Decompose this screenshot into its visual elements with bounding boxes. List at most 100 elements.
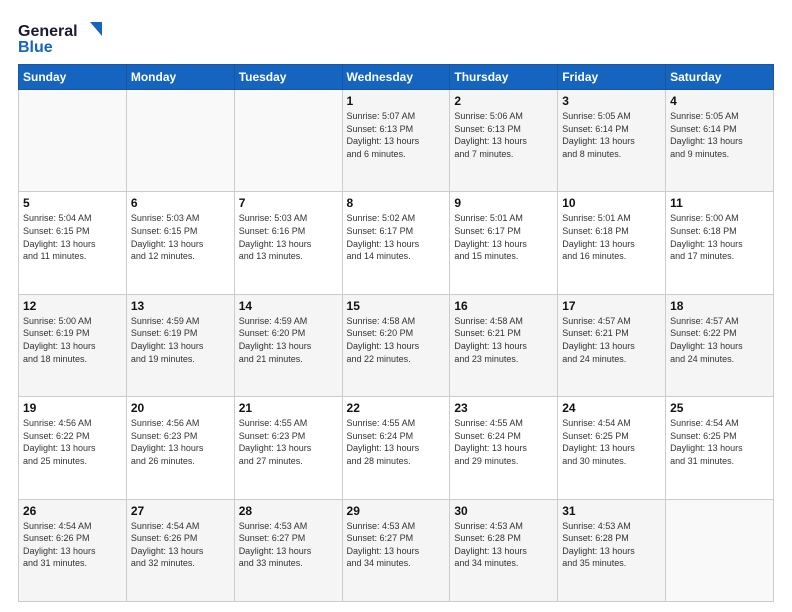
day-number: 4 xyxy=(670,94,769,108)
day-number: 17 xyxy=(562,299,661,313)
calendar-cell: 26Sunrise: 4:54 AMSunset: 6:26 PMDayligh… xyxy=(19,499,127,601)
calendar-cell: 1 Sunrise: 5:07 AMSunset: 6:13 PMDaylight… xyxy=(342,90,450,192)
day-number: 16 xyxy=(454,299,553,313)
day-number: 18 xyxy=(670,299,769,313)
day-number: 22 xyxy=(347,401,446,415)
day-info: Sunrise: 4:53 AMSunset: 6:28 PMDaylight:… xyxy=(454,520,553,570)
calendar-week-2: 5 Sunrise: 5:04 AMSunset: 6:15 PMDaylight… xyxy=(19,192,774,294)
calendar-cell: 12 Sunrise: 5:00 AMSunset: 6:19 PMDayligh… xyxy=(19,294,127,396)
day-info: Sunrise: 5:03 AMSunset: 6:15 PMDaylight:… xyxy=(131,212,230,262)
day-info: Sunrise: 5:00 AMSunset: 6:18 PMDaylight:… xyxy=(670,212,769,262)
day-info: Sunrise: 4:55 AMSunset: 6:24 PMDaylight:… xyxy=(347,417,446,467)
day-info: Sunrise: 5:05 AMSunset: 6:14 PMDaylight:… xyxy=(562,110,661,160)
weekday-header-monday: Monday xyxy=(126,65,234,90)
calendar-cell: 24 Sunrise: 4:54 AMSunset: 6:25 PMDayligh… xyxy=(558,397,666,499)
calendar-cell: 25 Sunrise: 4:54 AMSunset: 6:25 PMDayligh… xyxy=(666,397,774,499)
calendar-week-4: 19 Sunrise: 4:56 AMSunset: 6:22 PMDayligh… xyxy=(19,397,774,499)
weekday-header-wednesday: Wednesday xyxy=(342,65,450,90)
day-info: Sunrise: 5:05 AMSunset: 6:14 PMDaylight:… xyxy=(670,110,769,160)
day-number: 9 xyxy=(454,196,553,210)
day-number: 14 xyxy=(239,299,338,313)
calendar-cell: 13 Sunrise: 4:59 AMSunset: 6:19 PMDayligh… xyxy=(126,294,234,396)
calendar-cell: 21Sunrise: 4:55 AMSunset: 6:23 PMDayligh… xyxy=(234,397,342,499)
calendar-cell: 20 Sunrise: 4:56 AMSunset: 6:23 PMDayligh… xyxy=(126,397,234,499)
day-number: 19 xyxy=(23,401,122,415)
day-info: Sunrise: 4:54 AMSunset: 6:25 PMDaylight:… xyxy=(562,417,661,467)
day-number: 24 xyxy=(562,401,661,415)
day-info: Sunrise: 5:01 AMSunset: 6:18 PMDaylight:… xyxy=(562,212,661,262)
svg-text:Blue: Blue xyxy=(18,39,53,56)
day-number: 1 xyxy=(347,94,446,108)
day-info: Sunrise: 4:56 AMSunset: 6:22 PMDaylight:… xyxy=(23,417,122,467)
calendar-cell: 17 Sunrise: 4:57 AMSunset: 6:21 PMDayligh… xyxy=(558,294,666,396)
day-number: 11 xyxy=(670,196,769,210)
weekday-header-sunday: Sunday xyxy=(19,65,127,90)
day-number: 28 xyxy=(239,504,338,518)
calendar-cell: 31 Sunrise: 4:53 AMSunset: 6:28 PMDayligh… xyxy=(558,499,666,601)
calendar-cell: 2Sunrise: 5:06 AMSunset: 6:13 PMDaylight… xyxy=(450,90,558,192)
calendar-table: SundayMondayTuesdayWednesdayThursdayFrid… xyxy=(18,64,774,602)
weekday-header-friday: Friday xyxy=(558,65,666,90)
day-info: Sunrise: 4:53 AMSunset: 6:28 PMDaylight:… xyxy=(562,520,661,570)
day-number: 30 xyxy=(454,504,553,518)
calendar-cell: 14 Sunrise: 4:59 AMSunset: 6:20 PMDayligh… xyxy=(234,294,342,396)
day-info: Sunrise: 5:02 AMSunset: 6:17 PMDaylight:… xyxy=(347,212,446,262)
calendar-week-5: 26 Sunrise: 4:54 AMSunset: 6:26 PMDayligh… xyxy=(19,499,774,601)
calendar-cell: 7Sunrise: 5:03 AMSunset: 6:16 PMDaylight… xyxy=(234,192,342,294)
day-info: Sunrise: 4:57 AMSunset: 6:21 PMDaylight:… xyxy=(562,315,661,365)
calendar-cell: 10 Sunrise: 5:01 AMSunset: 6:18 PMDayligh… xyxy=(558,192,666,294)
day-number: 6 xyxy=(131,196,230,210)
day-number: 12 xyxy=(23,299,122,313)
day-info: Sunrise: 4:56 AMSunset: 6:23 PMDaylight:… xyxy=(131,417,230,467)
calendar-cell: 16Sunrise: 4:58 AMSunset: 6:21 PMDayligh… xyxy=(450,294,558,396)
calendar-cell: 28Sunrise: 4:53 AMSunset: 6:27 PMDayligh… xyxy=(234,499,342,601)
day-number: 20 xyxy=(131,401,230,415)
calendar-cell xyxy=(19,90,127,192)
calendar-cell: 19 Sunrise: 4:56 AMSunset: 6:22 PMDayligh… xyxy=(19,397,127,499)
calendar-cell: 4 Sunrise: 5:05 AMSunset: 6:14 PMDaylight… xyxy=(666,90,774,192)
day-number: 23 xyxy=(454,401,553,415)
day-info: Sunrise: 4:55 AMSunset: 6:24 PMDaylight:… xyxy=(454,417,553,467)
day-number: 31 xyxy=(562,504,661,518)
calendar-cell: 6 Sunrise: 5:03 AMSunset: 6:15 PMDaylight… xyxy=(126,192,234,294)
weekday-header-row: SundayMondayTuesdayWednesdayThursdayFrid… xyxy=(19,65,774,90)
calendar-week-1: 1 Sunrise: 5:07 AMSunset: 6:13 PMDaylight… xyxy=(19,90,774,192)
calendar-cell: 30 Sunrise: 4:53 AMSunset: 6:28 PMDayligh… xyxy=(450,499,558,601)
day-info: Sunrise: 4:58 AMSunset: 6:20 PMDaylight:… xyxy=(347,315,446,365)
svg-text:General: General xyxy=(18,23,78,40)
day-number: 21 xyxy=(239,401,338,415)
day-number: 10 xyxy=(562,196,661,210)
day-number: 26 xyxy=(23,504,122,518)
calendar-cell: 23 Sunrise: 4:55 AMSunset: 6:24 PMDayligh… xyxy=(450,397,558,499)
calendar-cell: 3Sunrise: 5:05 AMSunset: 6:14 PMDaylight… xyxy=(558,90,666,192)
day-info: Sunrise: 4:59 AMSunset: 6:20 PMDaylight:… xyxy=(239,315,338,365)
calendar-cell: 27Sunrise: 4:54 AMSunset: 6:26 PMDayligh… xyxy=(126,499,234,601)
calendar-cell: 29 Sunrise: 4:53 AMSunset: 6:27 PMDayligh… xyxy=(342,499,450,601)
logo-svg: General Blue xyxy=(18,18,108,56)
day-number: 2 xyxy=(454,94,553,108)
calendar-cell: 18 Sunrise: 4:57 AMSunset: 6:22 PMDayligh… xyxy=(666,294,774,396)
day-info: Sunrise: 5:00 AMSunset: 6:19 PMDaylight:… xyxy=(23,315,122,365)
calendar-cell: 9Sunrise: 5:01 AMSunset: 6:17 PMDaylight… xyxy=(450,192,558,294)
day-info: Sunrise: 4:59 AMSunset: 6:19 PMDaylight:… xyxy=(131,315,230,365)
weekday-header-saturday: Saturday xyxy=(666,65,774,90)
calendar-cell xyxy=(234,90,342,192)
day-info: Sunrise: 4:57 AMSunset: 6:22 PMDaylight:… xyxy=(670,315,769,365)
day-info: Sunrise: 5:07 AMSunset: 6:13 PMDaylight:… xyxy=(347,110,446,160)
day-number: 25 xyxy=(670,401,769,415)
calendar-cell: 22 Sunrise: 4:55 AMSunset: 6:24 PMDayligh… xyxy=(342,397,450,499)
day-info: Sunrise: 4:54 AMSunset: 6:25 PMDaylight:… xyxy=(670,417,769,467)
day-number: 13 xyxy=(131,299,230,313)
day-info: Sunrise: 5:04 AMSunset: 6:15 PMDaylight:… xyxy=(23,212,122,262)
calendar-week-3: 12 Sunrise: 5:00 AMSunset: 6:19 PMDayligh… xyxy=(19,294,774,396)
logo: General Blue xyxy=(18,18,108,56)
weekday-header-thursday: Thursday xyxy=(450,65,558,90)
day-number: 7 xyxy=(239,196,338,210)
day-number: 5 xyxy=(23,196,122,210)
calendar-cell xyxy=(126,90,234,192)
day-number: 29 xyxy=(347,504,446,518)
weekday-header-tuesday: Tuesday xyxy=(234,65,342,90)
day-info: Sunrise: 4:53 AMSunset: 6:27 PMDaylight:… xyxy=(347,520,446,570)
calendar-cell: 11 Sunrise: 5:00 AMSunset: 6:18 PMDayligh… xyxy=(666,192,774,294)
day-info: Sunrise: 4:54 AMSunset: 6:26 PMDaylight:… xyxy=(131,520,230,570)
